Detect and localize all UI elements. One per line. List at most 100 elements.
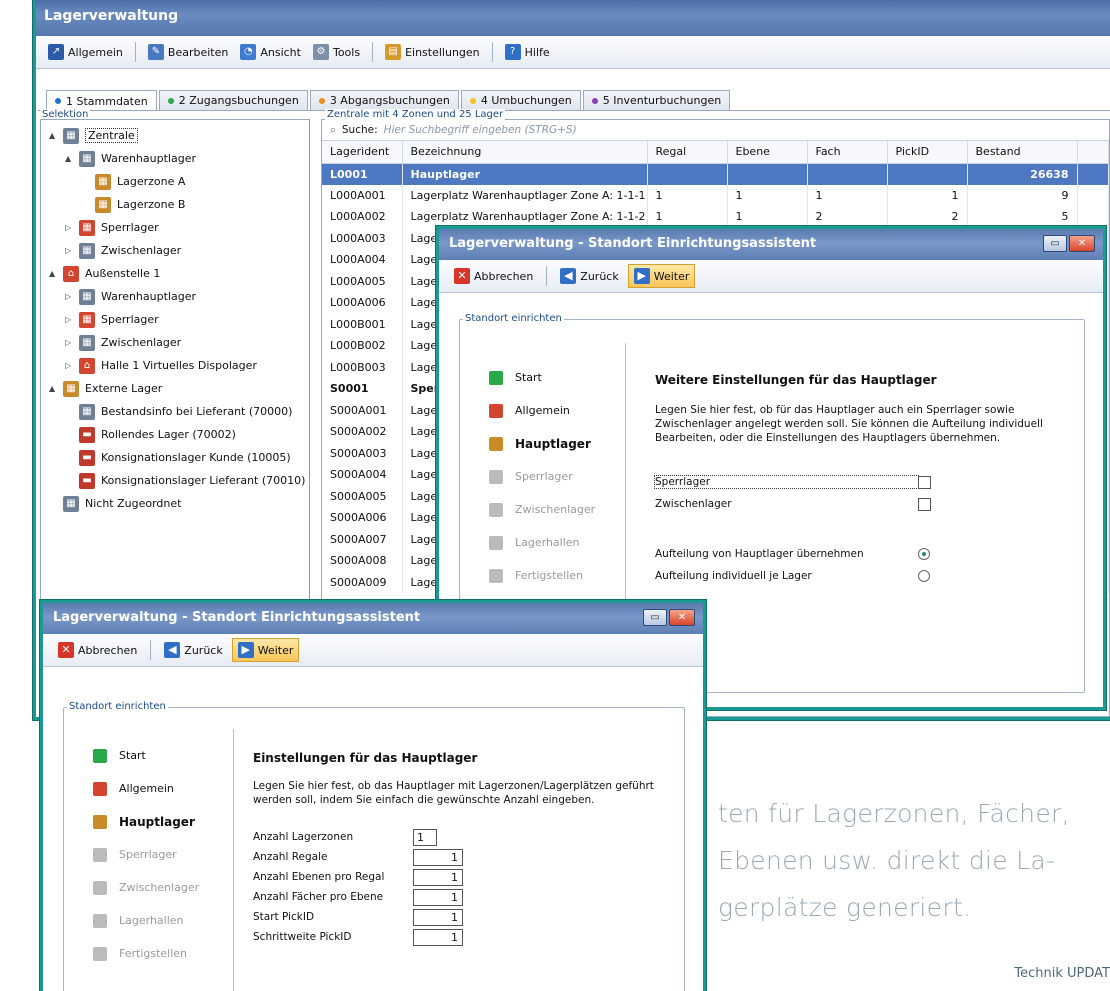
tree-node[interactable]: ▦ Lagerzone A <box>41 170 309 193</box>
warehouse-icon: ▦ <box>79 334 95 351</box>
search-bar[interactable]: ⌕ Suche: Hier Suchbegriff eingeben (STRG… <box>322 120 1109 141</box>
close-button[interactable]: ✕ <box>669 609 695 626</box>
checkbox[interactable] <box>918 475 931 489</box>
table-row[interactable]: L0001 Hauptlager 26638 <box>322 163 1109 185</box>
tree-node[interactable]: ▲ ⌂ Außenstelle 1 <box>41 262 309 285</box>
tree-node[interactable]: ▷ ⌂ Halle 1 Virtuelles Dispolager <box>41 354 309 377</box>
back-button[interactable]: ◀ Zurück <box>555 265 623 287</box>
checkbox-row[interactable]: Sperrlager <box>654 471 1075 493</box>
field-row: Start PickID 1 <box>253 907 683 927</box>
tree-node[interactable]: ▦ Nicht Zugeordnet <box>41 492 309 515</box>
tree-node-label: Nicht Zugeordnet <box>85 497 182 510</box>
menu-allgemein[interactable]: ↗ Allgemein <box>44 42 127 62</box>
next-button[interactable]: ▶ Weiter <box>627 264 696 288</box>
warehouse-icon: ▦ <box>63 127 79 144</box>
tree-node[interactable]: ▷ ▦ Zwischenlager <box>41 239 309 262</box>
wizard-step: Allgemein <box>439 394 609 427</box>
cancel-button[interactable]: ✕ Abbrechen <box>449 265 538 287</box>
number-input[interactable]: 1 <box>413 908 463 926</box>
tree-node[interactable]: ▦ Bestandsinfo bei Lieferant (70000) <box>41 400 309 423</box>
cell-pick: 2 <box>887 206 968 228</box>
search-input[interactable]: Hier Suchbegriff eingeben (STRG+S) <box>384 124 577 136</box>
menu-tools[interactable]: ⚙ Tools <box>309 42 364 62</box>
checkbox[interactable] <box>918 497 931 511</box>
next-label: Weiter <box>653 269 690 283</box>
expand-caret-icon[interactable]: ▷ <box>65 315 73 324</box>
expand-caret-icon[interactable]: ▲ <box>65 154 73 163</box>
tree-node[interactable]: ▷ ▦ Sperrlager <box>41 308 309 331</box>
field-label: Anzahl Lagerzonen <box>253 831 354 843</box>
tree-node[interactable]: ▲ ▦ Externe Lager <box>41 377 309 400</box>
expand-caret-icon[interactable]: ▷ <box>65 338 73 347</box>
number-input[interactable]: 1 <box>413 888 463 906</box>
column-header[interactable]: Bestand <box>967 141 1078 164</box>
cancel-button[interactable]: ✕ Abbrechen <box>53 639 142 661</box>
tree-node[interactable]: ▲ ▦ Zentrale <box>41 124 309 147</box>
column-header[interactable]: Lagerident <box>322 141 403 164</box>
tree-node[interactable]: ▷ ▦ Zwischenlager <box>41 331 309 354</box>
warehouse-icon: ▦ <box>79 288 95 305</box>
menu-bar: ↗ Allgemein ✎ Bearbeiten ◔ Ansicht ⚙ Tools ▤ Eins… <box>36 36 1110 69</box>
menu-hilfe[interactable]: ? Hilfe <box>501 42 554 62</box>
number-input[interactable]: 1 <box>413 828 437 846</box>
tree-node[interactable]: ▷ ▦ Sperrlager <box>41 216 309 239</box>
expand-caret-icon[interactable]: ▲ <box>49 269 57 278</box>
tree-node[interactable]: ▲ ▦ Warenhauptlager <box>41 147 309 170</box>
menu-ansicht[interactable]: ◔ Ansicht <box>236 42 305 62</box>
close-button[interactable]: ✕ <box>1069 235 1095 252</box>
cell-id: L000B003 <box>322 356 403 378</box>
table-row[interactable]: L000A001 Lagerplatz Warenhauptlager Zone … <box>322 184 1109 206</box>
menu-bearbeiten[interactable]: ✎ Bearbeiten <box>144 42 232 62</box>
cancel-icon: ✕ <box>454 268 470 284</box>
back-button[interactable]: ◀ Zurück <box>159 639 227 661</box>
expand-caret-icon[interactable]: ▲ <box>49 131 57 140</box>
number-input[interactable]: 1 <box>413 928 463 946</box>
column-header[interactable]: PickID <box>887 141 968 164</box>
wizard-toolbar: ✕ Abbrechen ◀ Zurück ▶ Weiter <box>439 260 1103 293</box>
tree-node-label: Warenhauptlager <box>101 290 196 303</box>
cell-regal <box>647 163 728 185</box>
column-header[interactable]: Fach <box>807 141 888 164</box>
tree-node[interactable]: ▦ Lagerzone B <box>41 193 309 216</box>
menu-einstellungen[interactable]: ▤ Einstellungen <box>381 42 484 62</box>
expand-caret-icon[interactable]: ▲ <box>49 384 57 393</box>
checkbox-row[interactable]: Zwischenlager <box>655 493 1075 515</box>
number-input[interactable]: 1 <box>413 848 463 866</box>
tree-node-label: Zwischenlager <box>101 244 182 257</box>
flag-icon <box>489 370 503 385</box>
column-header[interactable]: Regal <box>647 141 728 164</box>
number-input[interactable]: 1 <box>413 868 463 886</box>
expand-caret-icon[interactable]: ▷ <box>65 223 73 232</box>
tab-4[interactable]: 4 Umbuchungen <box>460 90 581 110</box>
tree-node-label: Konsignationslager Lieferant (70010) <box>101 474 306 487</box>
column-header[interactable]: Ebene <box>727 141 808 164</box>
radio-button[interactable] <box>918 570 930 582</box>
tab-2[interactable]: 2 Zugangsbuchungen <box>158 90 308 110</box>
tree-node[interactable]: ▬ Konsignationslager Lieferant (70010) <box>41 469 309 492</box>
next-button[interactable]: ▶ Weiter <box>231 638 300 662</box>
tree-node[interactable]: ▬ Konsignationslager Kunde (10005) <box>41 446 309 469</box>
cell-fach: 2 <box>807 206 888 228</box>
tab-label: 5 Inventurbuchungen <box>602 94 722 107</box>
expand-caret-icon[interactable]: ▷ <box>65 361 73 370</box>
restore-button[interactable]: ▭ <box>643 609 667 626</box>
wizard-step: Zwischenlager <box>43 871 213 904</box>
back-label: Zurück <box>580 269 619 283</box>
tab-label: 4 Umbuchungen <box>480 94 572 107</box>
tab-3[interactable]: 3 Abgangsbuchungen <box>309 90 459 110</box>
restore-button[interactable]: ▭ <box>1043 235 1067 252</box>
radio-row[interactable]: Aufteilung von Hauptlager übernehmen <box>655 543 1075 565</box>
table-row[interactable]: L000A002 Lagerplatz Warenhauptlager Zone … <box>322 206 1109 228</box>
expand-caret-icon[interactable]: ▷ <box>65 292 73 301</box>
column-header[interactable]: Bezeichnung <box>402 141 648 164</box>
radio-row[interactable]: Aufteilung individuell je Lager <box>655 565 1075 587</box>
tree-node[interactable]: ▷ ▦ Warenhauptlager <box>41 285 309 308</box>
radio-button[interactable] <box>918 548 930 560</box>
expand-caret-icon[interactable]: ▷ <box>65 246 73 255</box>
tab-bar: 1 Stammdaten 2 Zugangsbuchungen 3 Abgangsb… <box>46 90 1110 111</box>
tab-1[interactable]: 1 Stammdaten <box>46 90 157 111</box>
blocked-icon: ▦ <box>79 311 95 328</box>
tab-5[interactable]: 5 Inventurbuchungen <box>582 90 731 110</box>
wizard-step-label: Hauptlager <box>515 436 591 451</box>
tree-node[interactable]: ▬ Rollendes Lager (70002) <box>41 423 309 446</box>
